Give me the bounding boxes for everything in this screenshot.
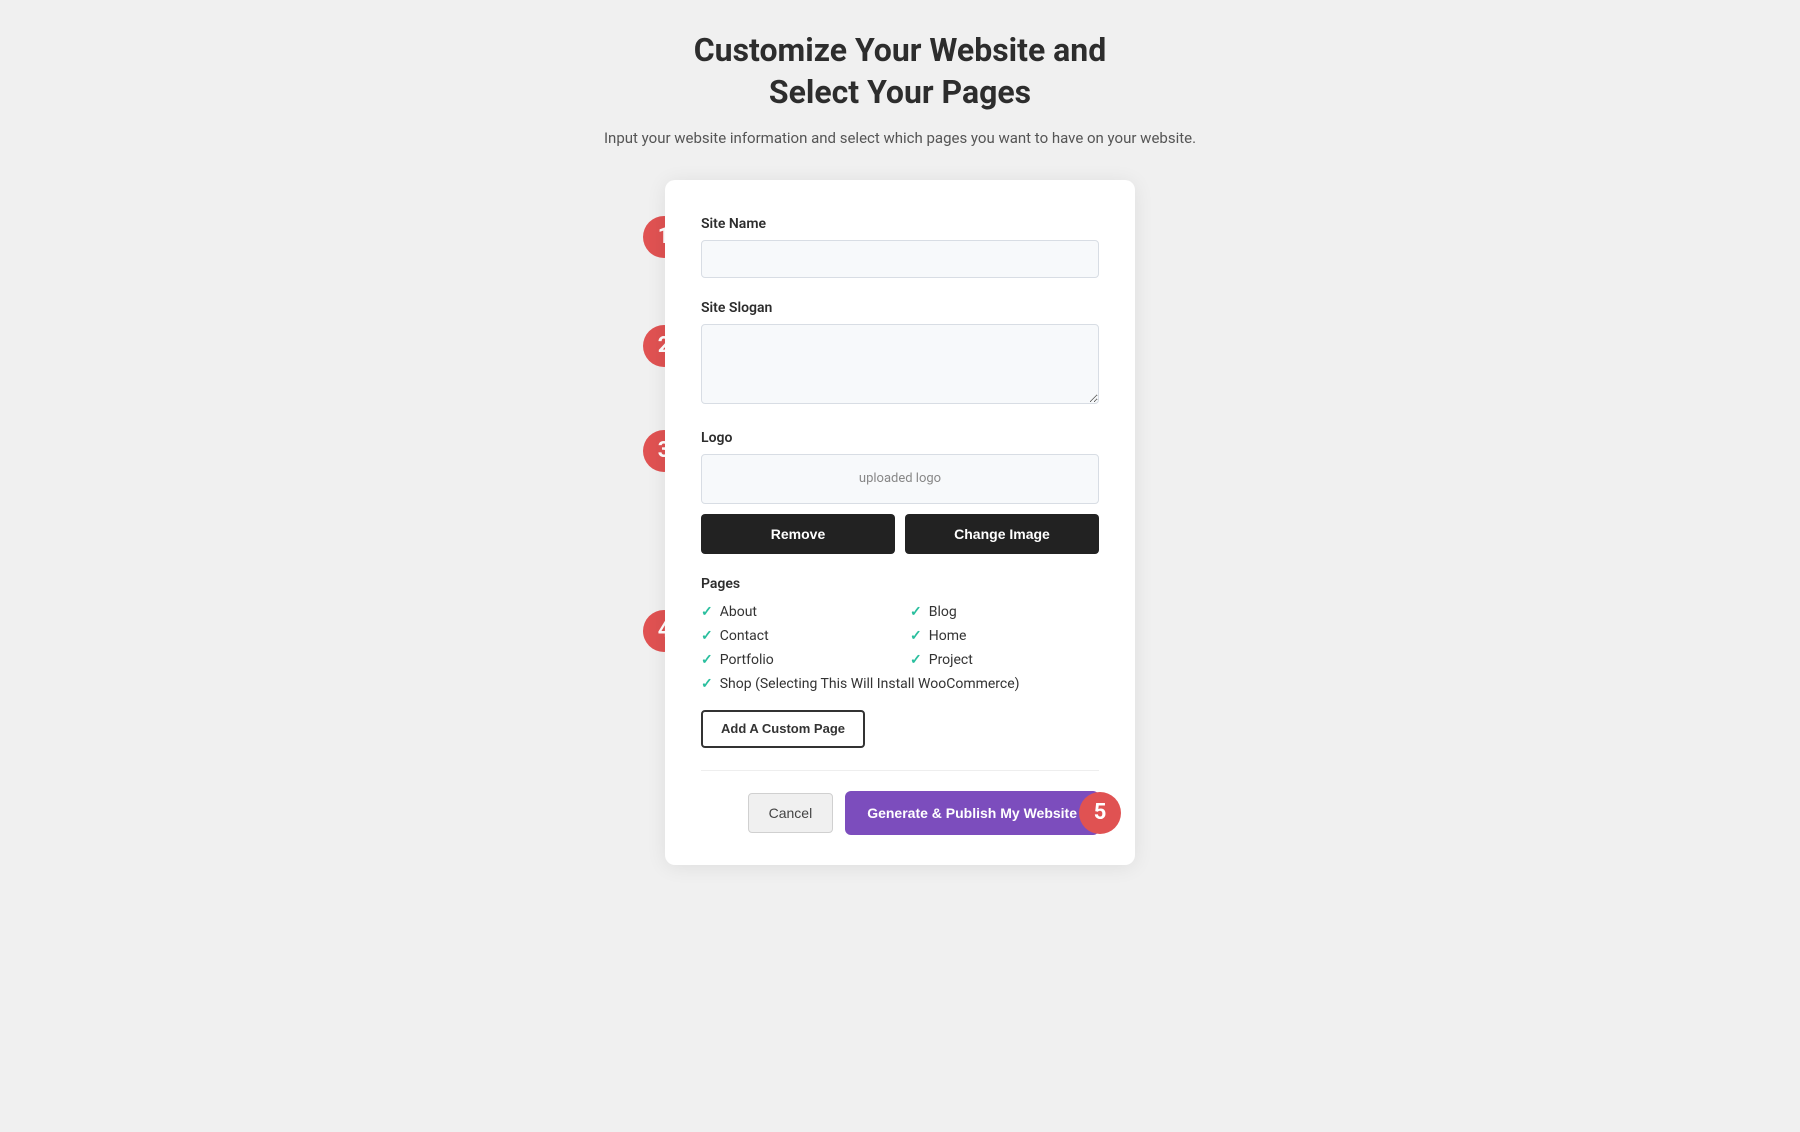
page-subtitle: Input your website information and selec… (604, 127, 1196, 150)
page-shop-label: Shop (Selecting This Will Install WooCom… (720, 676, 1020, 692)
check-icon: ✓ (910, 604, 922, 620)
logo-label: Logo (701, 430, 1099, 446)
check-icon: ✓ (701, 676, 713, 692)
pages-grid: ✓ About ✓ Blog ✓ Contact ✓ Home (701, 604, 1099, 692)
logo-buttons: Remove Change Image (701, 514, 1099, 554)
check-icon: ✓ (701, 628, 713, 644)
list-item[interactable]: ✓ Portfolio (701, 652, 890, 668)
page-project-label: Project (929, 652, 973, 668)
site-name-label: Site Name (701, 216, 1099, 232)
page-home-label: Home (929, 628, 967, 644)
card-footer: Cancel Generate & Publish My Website 5 (701, 770, 1099, 835)
site-name-group: Site Name (701, 216, 1099, 278)
page-title: Customize Your Website and Select Your P… (604, 30, 1196, 113)
page-about-label: About (720, 604, 757, 620)
site-slogan-label: Site Slogan (701, 300, 1099, 316)
list-item[interactable]: ✓ Contact (701, 628, 890, 644)
site-name-input[interactable] (701, 240, 1099, 278)
site-slogan-input[interactable] (701, 324, 1099, 404)
check-icon: ✓ (910, 628, 922, 644)
change-image-button[interactable]: Change Image (905, 514, 1099, 554)
logo-group: Logo uploaded logo Remove Change Image (701, 430, 1099, 554)
pages-section: Pages ✓ About ✓ Blog ✓ Contact (701, 576, 1099, 748)
pages-label: Pages (701, 576, 1099, 592)
list-item[interactable]: ✓ Blog (910, 604, 1099, 620)
generate-publish-button[interactable]: Generate & Publish My Website (845, 791, 1099, 835)
remove-button[interactable]: Remove (701, 514, 895, 554)
page-header: Customize Your Website and Select Your P… (604, 30, 1196, 150)
logo-preview: uploaded logo (701, 454, 1099, 504)
check-icon: ✓ (701, 604, 713, 620)
form-card: Site Name Site Slogan Logo uploaded logo… (665, 180, 1135, 865)
add-custom-page-button[interactable]: Add A Custom Page (701, 710, 865, 748)
logo-placeholder-text: uploaded logo (859, 471, 941, 486)
list-item[interactable]: ✓ About (701, 604, 890, 620)
page-portfolio-label: Portfolio (720, 652, 774, 668)
step-5-badge: 5 (1079, 792, 1121, 834)
check-icon: ✓ (701, 652, 713, 668)
list-item[interactable]: ✓ Home (910, 628, 1099, 644)
cancel-button[interactable]: Cancel (748, 793, 834, 833)
site-slogan-group: Site Slogan (701, 300, 1099, 408)
list-item[interactable]: ✓ Project (910, 652, 1099, 668)
check-icon: ✓ (910, 652, 922, 668)
page-contact-label: Contact (720, 628, 769, 644)
list-item[interactable]: ✓ Shop (Selecting This Will Install WooC… (701, 676, 1099, 692)
page-blog-label: Blog (929, 604, 957, 620)
